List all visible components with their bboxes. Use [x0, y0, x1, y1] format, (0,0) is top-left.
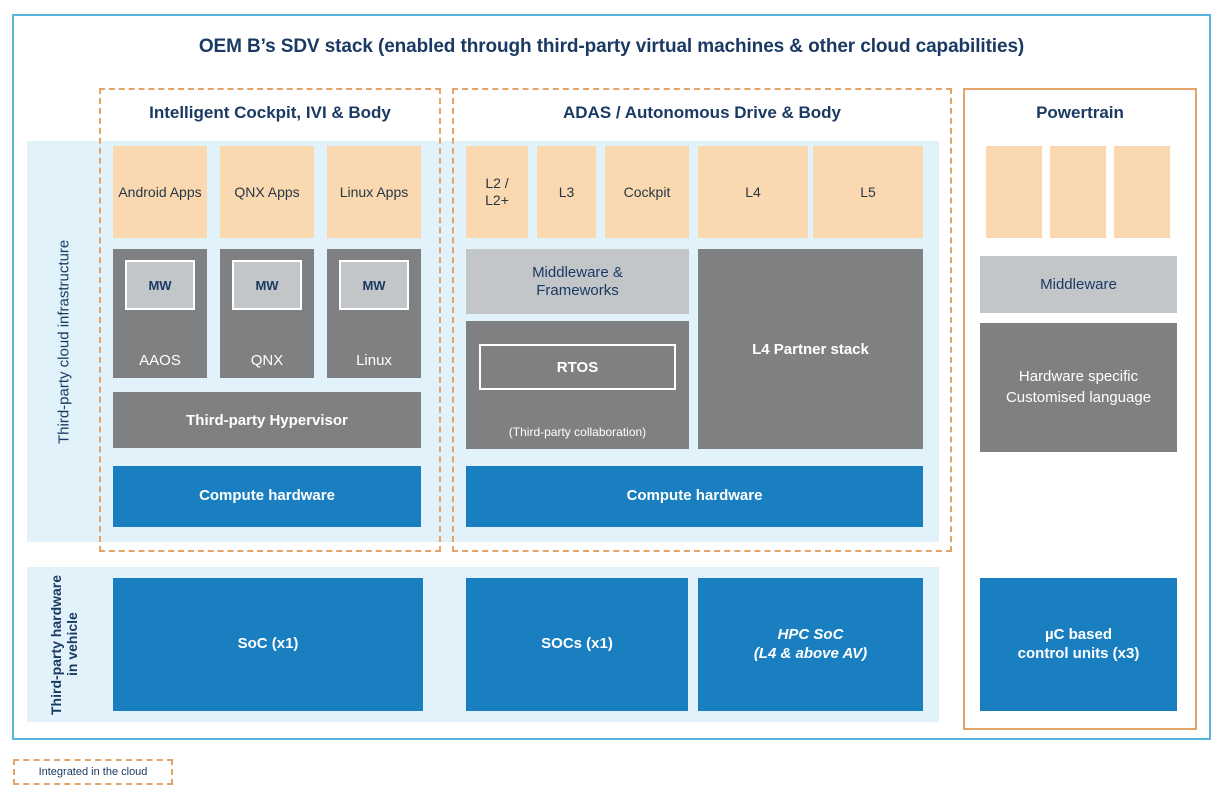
powertrain-app-box-1[interactable]	[986, 146, 1042, 238]
app-box-qnx[interactable]: QNX Apps	[220, 146, 314, 238]
powertrain-hardware-layer-box[interactable]: Hardware specific Customised language	[980, 323, 1177, 452]
vehicle-hardware-label: Third-party hardware in vehicle	[47, 574, 80, 715]
powertrain-middleware-box[interactable]: Middleware	[980, 256, 1177, 313]
soc-box-cockpit[interactable]: SoC (x1)	[113, 578, 423, 711]
middleware-box-aaos: MW	[125, 260, 195, 310]
app-box-l2[interactable]: L2 / L2+	[466, 146, 528, 238]
soc-box-hpc-line2: (L4 & above AV)	[753, 644, 868, 662]
app-box-cockpit[interactable]: Cockpit	[605, 146, 689, 238]
os-name-qnx: QNX	[250, 352, 284, 369]
page-title: OEM B’s SDV stack (enabled through third…	[198, 36, 1025, 57]
soc-box-hpc[interactable]: HPC SoC (L4 & above AV)	[698, 578, 923, 711]
soc-box-adas[interactable]: SOCs (x1)	[466, 578, 688, 711]
os-name-linux: Linux	[356, 352, 392, 369]
middleware-box-qnx: MW	[232, 260, 302, 310]
os-stack-qnx[interactable]: MW QNX	[220, 249, 314, 378]
os-stack-linux[interactable]: MW Linux	[327, 249, 421, 378]
rtos-block[interactable]: RTOS (Third-party collaboration)	[466, 321, 689, 449]
app-box-l4[interactable]: L4	[698, 146, 808, 238]
legend-label: Integrated in the cloud	[38, 766, 148, 778]
powertrain-control-units-box[interactable]: µC based control units (x3)	[980, 578, 1177, 711]
column-title-powertrain: Powertrain	[1036, 103, 1124, 122]
soc-box-hpc-line1: HPC SoC	[777, 625, 844, 643]
column-title-adas: ADAS / Autonomous Drive & Body	[563, 103, 841, 122]
compute-hardware-cockpit[interactable]: Compute hardware	[113, 466, 421, 527]
app-box-android[interactable]: Android Apps	[113, 146, 207, 238]
powertrain-app-box-3[interactable]	[1114, 146, 1170, 238]
os-name-aaos: AAOS	[139, 352, 181, 369]
compute-hardware-adas[interactable]: Compute hardware	[466, 466, 923, 527]
hypervisor-box[interactable]: Third-party Hypervisor	[113, 392, 421, 448]
middleware-box-linux: MW	[339, 260, 409, 310]
column-title-cockpit: Intelligent Cockpit, IVI & Body	[149, 103, 391, 122]
rtos-note: (Third-party collaboration)	[508, 425, 647, 439]
legend-integrated-in-cloud: Integrated in the cloud	[13, 759, 173, 785]
app-box-linux[interactable]: Linux Apps	[327, 146, 421, 238]
app-box-l5[interactable]: L5	[813, 146, 923, 238]
os-stack-aaos[interactable]: MW AAOS	[113, 249, 207, 378]
powertrain-app-box-2[interactable]	[1050, 146, 1106, 238]
app-box-l3[interactable]: L3	[537, 146, 596, 238]
cloud-infrastructure-label: Third-party cloud infrastructure	[55, 239, 73, 444]
diagram-canvas: OEM B’s SDV stack (enabled through third…	[0, 0, 1229, 802]
l4-partner-stack-box[interactable]: L4 Partner stack	[698, 249, 923, 449]
rtos-box: RTOS	[479, 344, 676, 390]
middleware-frameworks-box[interactable]: Middleware & Frameworks	[466, 249, 689, 314]
